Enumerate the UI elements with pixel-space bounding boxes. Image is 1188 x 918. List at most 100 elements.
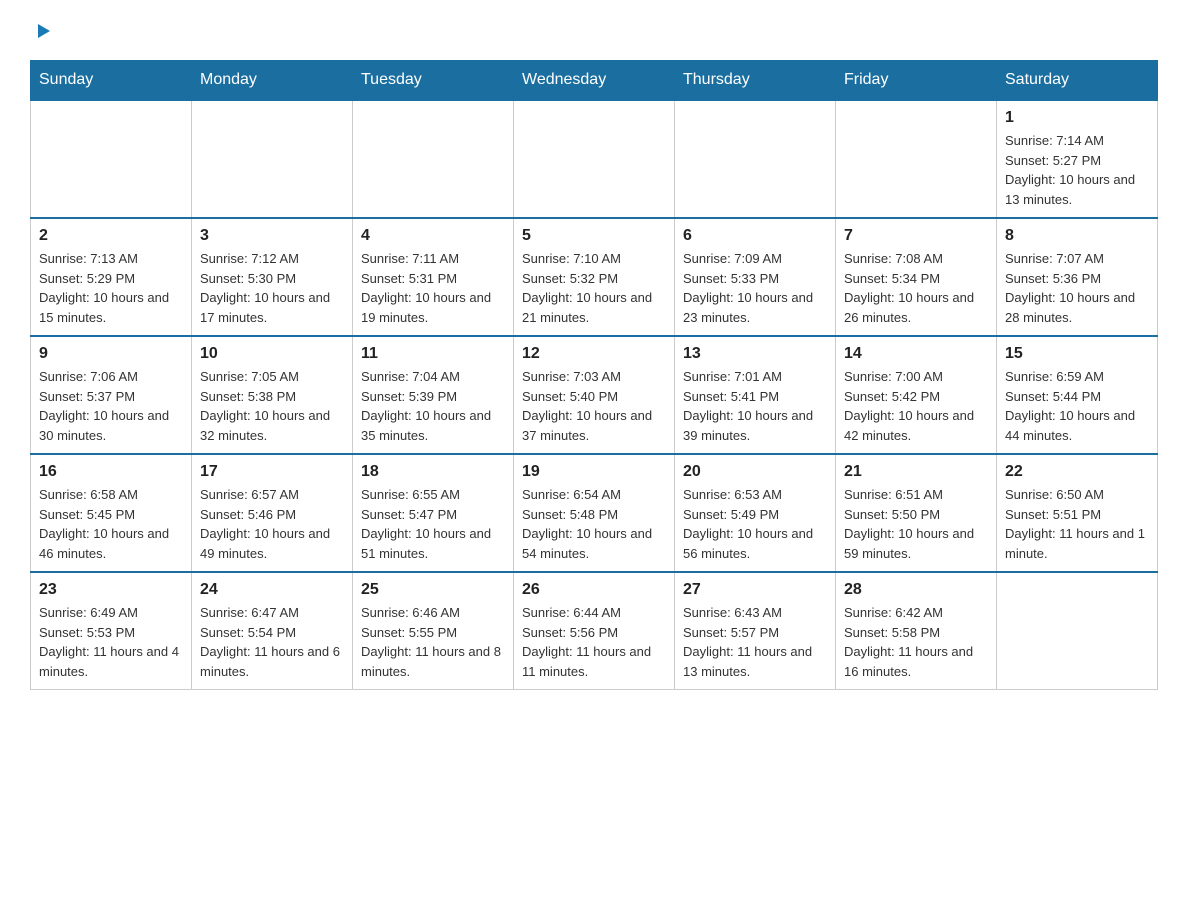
calendar-day-cell: 12 Sunrise: 7:03 AM Sunset: 5:40 PM Dayli… — [514, 336, 675, 454]
calendar-day-cell: 9Sunrise: 7:06 AM Sunset: 5:37 PM Daylig… — [31, 336, 192, 454]
day-info: Sunrise: 6:57 AM Sunset: 5:46 PM Dayligh… — [200, 485, 344, 563]
day-number: 6 — [683, 227, 827, 245]
day-info: Sunrise: 7:07 AM Sunset: 5:36 PM Dayligh… — [1005, 249, 1149, 327]
day-info: Sunrise: 6:53 AM Sunset: 5:49 PM Dayligh… — [683, 485, 827, 563]
calendar-week-row: 23Sunrise: 6:49 AM Sunset: 5:53 PM Dayli… — [31, 572, 1158, 690]
calendar-table: SundayMondayTuesdayWednesdayThursdayFrid… — [30, 60, 1158, 690]
day-number: 3 — [200, 227, 344, 245]
day-number: 14 — [844, 345, 988, 363]
day-number: 1 — [1005, 109, 1149, 127]
day-of-week-header: Monday — [192, 61, 353, 101]
day-info: Sunrise: 6:43 AM Sunset: 5:57 PM Dayligh… — [683, 603, 827, 681]
calendar-day-cell: 4 Sunrise: 7:11 AM Sunset: 5:31 PM Daylig… — [353, 218, 514, 336]
day-info: Sunrise: 7:06 AM Sunset: 5:37 PM Dayligh… — [39, 367, 183, 445]
day-number: 19 — [522, 463, 666, 481]
day-info: Sunrise: 6:49 AM Sunset: 5:53 PM Dayligh… — [39, 603, 183, 681]
day-number: 21 — [844, 463, 988, 481]
day-info: Sunrise: 6:54 AM Sunset: 5:48 PM Dayligh… — [522, 485, 666, 563]
day-info: Sunrise: 7:03 AM Sunset: 5:40 PM Dayligh… — [522, 367, 666, 445]
day-number: 4 — [361, 227, 505, 245]
calendar-week-row: 16 Sunrise: 6:58 AM Sunset: 5:45 PM Dayli… — [31, 454, 1158, 572]
calendar-day-cell: 10 Sunrise: 7:05 AM Sunset: 5:38 PM Dayli… — [192, 336, 353, 454]
day-number: 20 — [683, 463, 827, 481]
calendar-day-cell: 7 Sunrise: 7:08 AM Sunset: 5:34 PM Daylig… — [836, 218, 997, 336]
day-info: Sunrise: 7:12 AM Sunset: 5:30 PM Dayligh… — [200, 249, 344, 327]
calendar-week-row: 1 Sunrise: 7:14 AM Sunset: 5:27 PM Daylig… — [31, 100, 1158, 218]
calendar-week-row: 9Sunrise: 7:06 AM Sunset: 5:37 PM Daylig… — [31, 336, 1158, 454]
day-number: 8 — [1005, 227, 1149, 245]
day-of-week-header: Thursday — [675, 61, 836, 101]
day-info: Sunrise: 7:09 AM Sunset: 5:33 PM Dayligh… — [683, 249, 827, 327]
calendar-day-cell — [675, 100, 836, 218]
day-info: Sunrise: 7:13 AM Sunset: 5:29 PM Dayligh… — [39, 249, 183, 327]
day-info: Sunrise: 6:51 AM Sunset: 5:50 PM Dayligh… — [844, 485, 988, 563]
day-of-week-header: Friday — [836, 61, 997, 101]
calendar-day-cell: 6 Sunrise: 7:09 AM Sunset: 5:33 PM Daylig… — [675, 218, 836, 336]
day-number: 2 — [39, 227, 183, 245]
calendar-day-cell — [31, 100, 192, 218]
day-info: Sunrise: 7:08 AM Sunset: 5:34 PM Dayligh… — [844, 249, 988, 327]
day-number: 10 — [200, 345, 344, 363]
day-info: Sunrise: 6:55 AM Sunset: 5:47 PM Dayligh… — [361, 485, 505, 563]
day-info: Sunrise: 7:00 AM Sunset: 5:42 PM Dayligh… — [844, 367, 988, 445]
day-number: 16 — [39, 463, 183, 481]
day-of-week-header: Sunday — [31, 61, 192, 101]
day-number: 15 — [1005, 345, 1149, 363]
day-info: Sunrise: 7:14 AM Sunset: 5:27 PM Dayligh… — [1005, 131, 1149, 209]
calendar-day-cell: 27 Sunrise: 6:43 AM Sunset: 5:57 PM Dayli… — [675, 572, 836, 690]
calendar-day-cell: 24 Sunrise: 6:47 AM Sunset: 5:54 PM Dayli… — [192, 572, 353, 690]
calendar-day-cell: 17 Sunrise: 6:57 AM Sunset: 5:46 PM Dayli… — [192, 454, 353, 572]
day-number: 17 — [200, 463, 344, 481]
day-info: Sunrise: 7:04 AM Sunset: 5:39 PM Dayligh… — [361, 367, 505, 445]
day-info: Sunrise: 7:05 AM Sunset: 5:38 PM Dayligh… — [200, 367, 344, 445]
calendar-day-cell: 22 Sunrise: 6:50 AM Sunset: 5:51 PM Dayli… — [997, 454, 1158, 572]
calendar-day-cell: 11 Sunrise: 7:04 AM Sunset: 5:39 PM Dayli… — [353, 336, 514, 454]
logo — [30, 20, 54, 42]
day-info: Sunrise: 6:47 AM Sunset: 5:54 PM Dayligh… — [200, 603, 344, 681]
calendar-day-cell: 20 Sunrise: 6:53 AM Sunset: 5:49 PM Dayli… — [675, 454, 836, 572]
day-number: 5 — [522, 227, 666, 245]
day-info: Sunrise: 6:59 AM Sunset: 5:44 PM Dayligh… — [1005, 367, 1149, 445]
logo-arrow-icon — [32, 20, 54, 42]
calendar-day-cell: 14 Sunrise: 7:00 AM Sunset: 5:42 PM Dayli… — [836, 336, 997, 454]
calendar-day-cell: 2 Sunrise: 7:13 AM Sunset: 5:29 PM Daylig… — [31, 218, 192, 336]
day-info: Sunrise: 6:46 AM Sunset: 5:55 PM Dayligh… — [361, 603, 505, 681]
calendar-day-cell — [997, 572, 1158, 690]
calendar-day-cell: 23Sunrise: 6:49 AM Sunset: 5:53 PM Dayli… — [31, 572, 192, 690]
calendar-week-row: 2 Sunrise: 7:13 AM Sunset: 5:29 PM Daylig… — [31, 218, 1158, 336]
calendar-day-cell: 1 Sunrise: 7:14 AM Sunset: 5:27 PM Daylig… — [997, 100, 1158, 218]
day-number: 28 — [844, 581, 988, 599]
day-info: Sunrise: 6:50 AM Sunset: 5:51 PM Dayligh… — [1005, 485, 1149, 563]
calendar-day-cell: 21 Sunrise: 6:51 AM Sunset: 5:50 PM Dayli… — [836, 454, 997, 572]
day-of-week-header: Saturday — [997, 61, 1158, 101]
calendar-day-cell — [836, 100, 997, 218]
calendar-day-cell: 3 Sunrise: 7:12 AM Sunset: 5:30 PM Daylig… — [192, 218, 353, 336]
day-of-week-header: Tuesday — [353, 61, 514, 101]
calendar-day-cell: 19 Sunrise: 6:54 AM Sunset: 5:48 PM Dayli… — [514, 454, 675, 572]
calendar-day-cell: 15 Sunrise: 6:59 AM Sunset: 5:44 PM Dayli… — [997, 336, 1158, 454]
day-number: 22 — [1005, 463, 1149, 481]
day-number: 12 — [522, 345, 666, 363]
calendar-day-cell: 25Sunrise: 6:46 AM Sunset: 5:55 PM Dayli… — [353, 572, 514, 690]
day-info: Sunrise: 7:10 AM Sunset: 5:32 PM Dayligh… — [522, 249, 666, 327]
day-number: 24 — [200, 581, 344, 599]
day-number: 26 — [522, 581, 666, 599]
calendar-day-cell: 8 Sunrise: 7:07 AM Sunset: 5:36 PM Daylig… — [997, 218, 1158, 336]
day-number: 11 — [361, 345, 505, 363]
day-number: 13 — [683, 345, 827, 363]
calendar-day-cell — [353, 100, 514, 218]
calendar-day-cell — [514, 100, 675, 218]
day-info: Sunrise: 7:11 AM Sunset: 5:31 PM Dayligh… — [361, 249, 505, 327]
day-info: Sunrise: 6:42 AM Sunset: 5:58 PM Dayligh… — [844, 603, 988, 681]
day-number: 27 — [683, 581, 827, 599]
calendar-day-cell: 28 Sunrise: 6:42 AM Sunset: 5:58 PM Dayli… — [836, 572, 997, 690]
calendar-header-row: SundayMondayTuesdayWednesdayThursdayFrid… — [31, 61, 1158, 101]
day-info: Sunrise: 6:58 AM Sunset: 5:45 PM Dayligh… — [39, 485, 183, 563]
day-info: Sunrise: 6:44 AM Sunset: 5:56 PM Dayligh… — [522, 603, 666, 681]
day-number: 7 — [844, 227, 988, 245]
page-header — [30, 20, 1158, 42]
calendar-day-cell: 16 Sunrise: 6:58 AM Sunset: 5:45 PM Dayli… — [31, 454, 192, 572]
day-number: 18 — [361, 463, 505, 481]
calendar-day-cell — [192, 100, 353, 218]
calendar-day-cell: 26 Sunrise: 6:44 AM Sunset: 5:56 PM Dayli… — [514, 572, 675, 690]
